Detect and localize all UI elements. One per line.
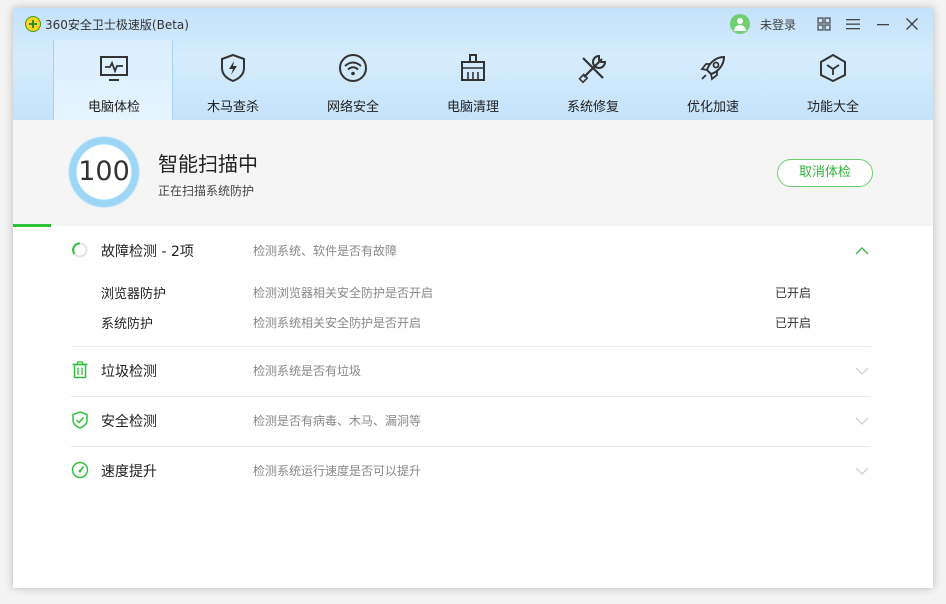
category-fault-detection[interactable]: 故障检测 - 2项 检测系统、软件是否有故障 — [71, 226, 871, 276]
chevron-down-icon[interactable] — [853, 462, 871, 480]
tab-label: 木马查杀 — [206, 100, 259, 115]
minimize-button[interactable] — [873, 14, 893, 34]
title-bar: 360安全卫士极速版(Beta) 未登录 — [13, 8, 933, 40]
header: 360安全卫士极速版(Beta) 未登录 电脑体检 木马查杀 网络安全 电脑清理… — [13, 8, 933, 120]
tab-label: 优化加速 — [686, 100, 739, 115]
item-status: 已开启 — [775, 286, 812, 300]
chevron-up-icon[interactable] — [853, 242, 871, 260]
user-login[interactable]: 未登录 — [730, 14, 796, 34]
hamburger-icon — [846, 19, 860, 30]
trash-icon — [72, 361, 88, 379]
monitor-pulse-icon — [100, 56, 128, 81]
app-title: 360安全卫士极速版(Beta) — [45, 18, 189, 32]
category-security-detection[interactable]: 安全检测 检测是否有病毒、木马、漏洞等 — [71, 396, 871, 446]
category-desc: 检测是否有病毒、木马、漏洞等 — [253, 414, 422, 428]
tab-all-features[interactable]: 功能大全 — [773, 40, 893, 120]
grid-icon — [817, 17, 831, 31]
cube-icon — [820, 53, 846, 83]
avatar-icon[interactable] — [730, 14, 750, 34]
tab-trojan-scan[interactable]: 木马查杀 — [173, 40, 293, 120]
scan-progress-fill — [13, 224, 51, 227]
close-button[interactable] — [902, 14, 922, 34]
spinner-icon — [72, 242, 88, 258]
category-label: 速度提升 — [101, 464, 157, 480]
tab-network-security[interactable]: 网络安全 — [293, 40, 413, 120]
score-value: 100 — [78, 156, 130, 187]
shield-check-icon — [72, 411, 88, 429]
category-label: 故障检测 - 2项 — [101, 244, 194, 260]
wrench-screwdriver-icon — [578, 54, 607, 84]
shield-bolt-icon — [221, 53, 245, 83]
tab-label: 电脑体检 — [87, 100, 140, 115]
list-item-system-protection: 系统防护 检测系统相关安全防护是否开启 已开启 — [71, 309, 871, 333]
scan-subtitle: 正在扫描系统防护 — [158, 184, 255, 198]
tab-label: 网络安全 — [326, 100, 379, 115]
tab-label: 电脑清理 — [446, 100, 499, 115]
score-ring: 100 — [69, 137, 139, 207]
item-desc: 检测浏览器相关安全防护是否开启 — [253, 286, 434, 300]
chevron-down-icon[interactable] — [853, 412, 871, 430]
tab-pc-cleanup[interactable]: 电脑清理 — [413, 40, 533, 120]
main-nav: 电脑体检 木马查杀 网络安全 电脑清理 系统修复 优化加速 功能大全 — [13, 40, 933, 120]
broom-icon — [461, 54, 485, 81]
app-window: 360安全卫士极速版(Beta) 未登录 电脑体检 木马查杀 网络安全 电脑清理… — [13, 8, 933, 588]
item-status: 已开启 — [775, 316, 812, 330]
item-desc: 检测系统相关安全防护是否开启 — [253, 316, 422, 330]
tab-pc-checkup[interactable]: 电脑体检 — [53, 40, 173, 120]
chevron-down-icon[interactable] — [853, 362, 871, 380]
tab-label: 功能大全 — [806, 100, 859, 115]
app-logo-icon — [25, 16, 41, 32]
category-speed-boost[interactable]: 速度提升 检测系统运行速度是否可以提升 — [71, 446, 871, 496]
minimize-icon — [877, 24, 889, 26]
skin-button[interactable] — [814, 14, 834, 34]
scan-status-panel: 100 智能扫描中 正在扫描系统防护 取消体检 — [13, 120, 933, 226]
rocket-icon — [700, 55, 726, 81]
tab-optimize-speed[interactable]: 优化加速 — [653, 40, 773, 120]
cancel-checkup-button[interactable]: 取消体检 — [777, 159, 873, 187]
item-label: 系统防护 — [101, 317, 154, 332]
close-icon — [906, 18, 918, 30]
wifi-icon — [339, 54, 367, 82]
tab-system-repair[interactable]: 系统修复 — [533, 40, 653, 120]
menu-button[interactable] — [843, 14, 863, 34]
category-junk-detection[interactable]: 垃圾检测 检测系统是否有垃圾 — [71, 346, 871, 396]
scan-title: 智能扫描中 — [158, 152, 258, 176]
list-item-browser-protection: 浏览器防护 检测浏览器相关安全防护是否开启 已开启 — [71, 279, 871, 303]
category-desc: 检测系统、软件是否有故障 — [253, 244, 398, 258]
category-label: 垃圾检测 — [101, 364, 157, 380]
tab-label: 系统修复 — [566, 100, 619, 115]
category-label: 安全检测 — [101, 414, 157, 430]
category-desc: 检测系统运行速度是否可以提升 — [253, 464, 422, 478]
category-desc: 检测系统是否有垃圾 — [253, 364, 362, 378]
login-label[interactable]: 未登录 — [760, 16, 796, 33]
speedometer-icon — [71, 461, 89, 479]
item-label: 浏览器防护 — [101, 287, 167, 302]
